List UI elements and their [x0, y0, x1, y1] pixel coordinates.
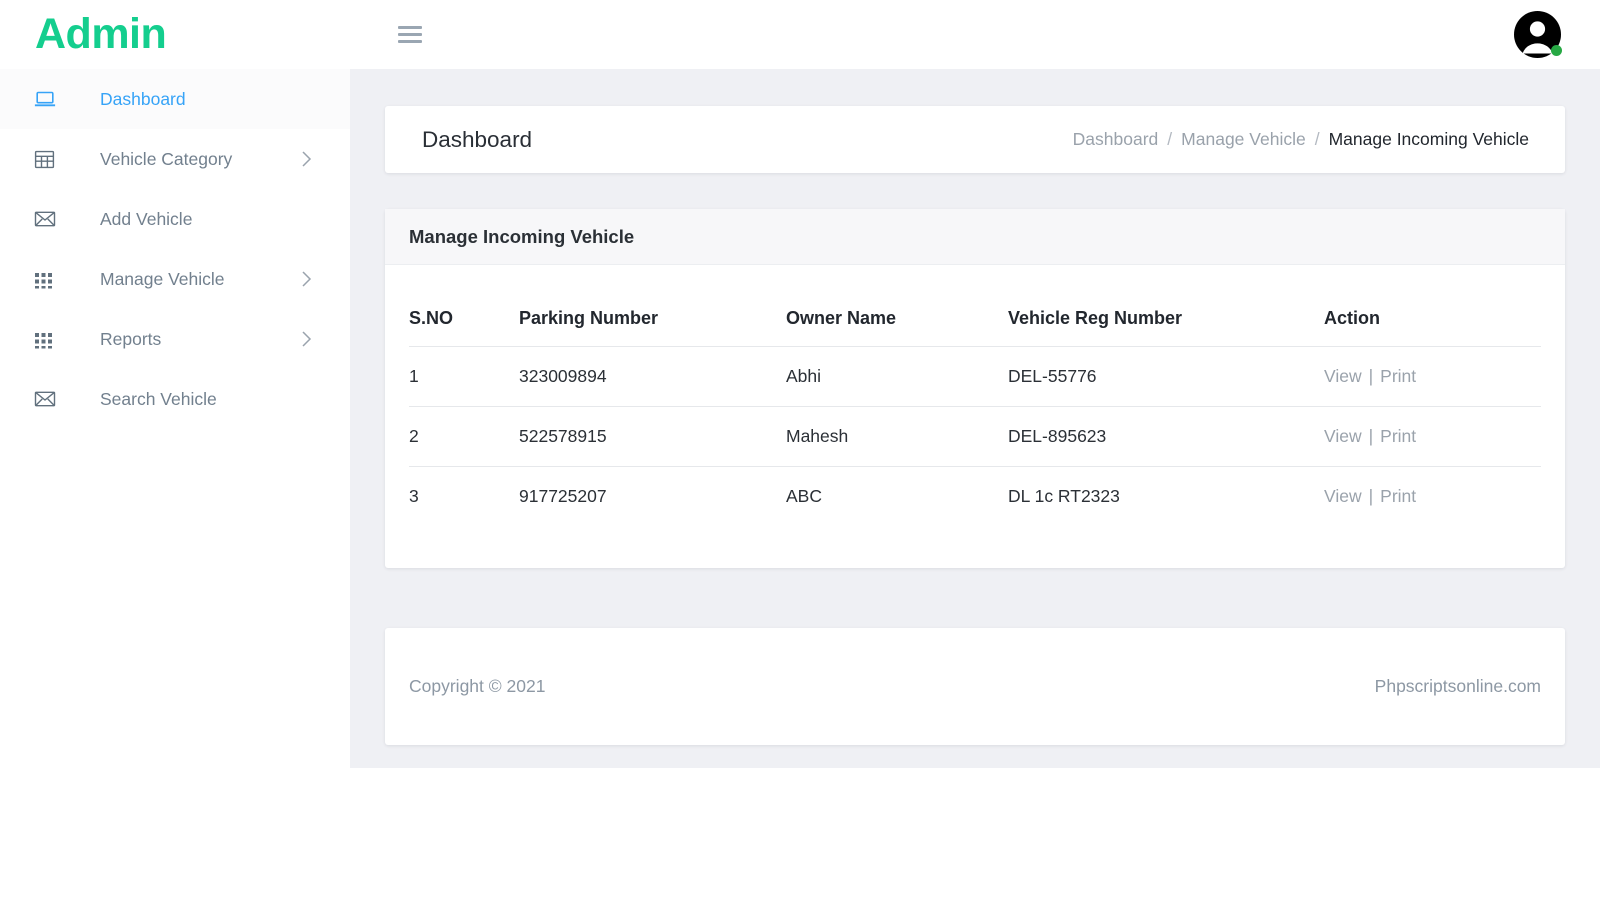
cell-parking: 917725207: [519, 486, 607, 506]
sidebar: Admin Dashboard Vehicle Category Add Veh…: [0, 0, 350, 900]
print-link[interactable]: Print: [1380, 426, 1416, 446]
topbar: [350, 0, 1600, 69]
column-header-parking: Parking Number: [519, 293, 786, 347]
sidebar-nav: Dashboard Vehicle Category Add Vehicle M…: [0, 69, 350, 429]
grid-dots-icon: [34, 269, 60, 289]
cell-sno: 3: [409, 486, 419, 506]
breadcrumb-separator: /: [1167, 129, 1173, 149]
sidebar-item-label: Add Vehicle: [100, 208, 193, 229]
brand-text: Admin: [35, 10, 167, 58]
cell-owner: Abhi: [786, 346, 1008, 407]
manage-incoming-vehicle-card: Manage Incoming Vehicle S.NO Parking Num…: [385, 209, 1565, 568]
cell-action: View | Print: [1324, 467, 1541, 527]
column-header-sno: S.NO: [409, 293, 519, 347]
admin-dashboard-page: Admin Dashboard Vehicle Category Add Veh…: [0, 0, 1600, 900]
page-header-card: Dashboard Dashboard / Manage Vehicle / M…: [385, 106, 1565, 173]
view-link[interactable]: View: [1324, 486, 1362, 506]
envelope-icon: [34, 210, 60, 228]
column-header-owner: Owner Name: [786, 293, 1008, 347]
cell-sno: 1: [409, 346, 519, 407]
table-header-row: S.NO Parking Number Owner Name Vehicle R…: [409, 293, 1541, 347]
breadcrumb: Dashboard / Manage Vehicle / Manage Inco…: [1073, 129, 1529, 150]
hamburger-icon[interactable]: [398, 26, 422, 43]
site-credit-link[interactable]: Phpscriptsonline.com: [1375, 676, 1541, 697]
action-separator: |: [1368, 366, 1374, 386]
avatar[interactable]: [1513, 10, 1562, 59]
sidebar-item-label: Manage Vehicle: [100, 268, 225, 289]
cell-owner: Mahesh: [786, 406, 1008, 467]
cell-reg-number: DEL-895623: [1008, 406, 1324, 467]
breadcrumb-item-current: Manage Incoming Vehicle: [1328, 129, 1529, 149]
print-link[interactable]: Print: [1380, 486, 1416, 506]
footer: Copyright © 2021 Phpscriptsonline.com: [385, 628, 1565, 745]
sidebar-item-label: Dashboard: [100, 88, 186, 109]
action-separator: |: [1368, 486, 1374, 506]
sidebar-item-label: Reports: [100, 328, 162, 349]
hamburger-bar: [398, 40, 422, 43]
table-row: 3 917725207 ABC DL 1c RT2323 View | Print: [409, 467, 1541, 527]
cell-sno: 2: [409, 406, 519, 467]
view-link[interactable]: View: [1324, 426, 1362, 446]
incoming-vehicle-table: S.NO Parking Number Owner Name Vehicle R…: [409, 293, 1541, 526]
sidebar-item-reports[interactable]: Reports: [0, 309, 350, 369]
sidebar-item-label: Search Vehicle: [100, 388, 217, 409]
sidebar-item-manage-vehicle[interactable]: Manage Vehicle: [0, 249, 350, 309]
action-separator: |: [1368, 426, 1374, 446]
column-header-action: Action: [1324, 293, 1541, 347]
online-status-dot: [1551, 45, 1562, 56]
sidebar-item-add-vehicle[interactable]: Add Vehicle: [0, 189, 350, 249]
table-icon: [34, 149, 60, 170]
column-header-reg-number: Vehicle Reg Number: [1008, 293, 1324, 347]
cell-action: View | Print: [1324, 406, 1541, 467]
chevron-right-icon: [301, 330, 312, 348]
sidebar-item-vehicle-category[interactable]: Vehicle Category: [0, 129, 350, 189]
chevron-right-icon: [301, 270, 312, 288]
hamburger-bar: [398, 33, 422, 36]
cell-parking: 323009894: [519, 346, 786, 407]
table-row: 2 522578915 Mahesh DEL-895623 View | Print: [409, 406, 1541, 467]
main-content: Dashboard Dashboard / Manage Vehicle / M…: [385, 69, 1565, 900]
card-body: S.NO Parking Number Owner Name Vehicle R…: [385, 265, 1565, 568]
hamburger-bar: [398, 26, 422, 29]
breadcrumb-separator: /: [1314, 129, 1320, 149]
cell-parking: 522578915: [519, 406, 786, 467]
cell-owner: ABC: [786, 486, 822, 506]
grid-dots-icon: [34, 329, 60, 349]
laptop-icon: [34, 89, 60, 109]
envelope-icon: [34, 390, 60, 408]
card-header: Manage Incoming Vehicle: [385, 209, 1565, 265]
sidebar-item-label: Vehicle Category: [100, 148, 233, 169]
table-head: S.NO Parking Number Owner Name Vehicle R…: [409, 293, 1541, 347]
page-title: Dashboard: [422, 126, 533, 152]
table-body: 1 323009894 Abhi DEL-55776 View | Print 2 …: [409, 346, 1541, 527]
table-row: 1 323009894 Abhi DEL-55776 View | Print: [409, 346, 1541, 407]
card-title: Manage Incoming Vehicle: [409, 225, 635, 247]
breadcrumb-item-manage-vehicle[interactable]: Manage Vehicle: [1181, 129, 1306, 150]
chevron-right-icon: [301, 150, 312, 168]
cell-action: View | Print: [1324, 346, 1541, 407]
cell-reg-number: DEL-55776: [1008, 346, 1324, 407]
sidebar-item-dashboard[interactable]: Dashboard: [0, 69, 350, 129]
copyright-text: Copyright © 2021: [409, 676, 546, 696]
cell-reg-number: DL 1c RT2323: [1008, 486, 1120, 506]
breadcrumb-item-dashboard[interactable]: Dashboard: [1073, 129, 1159, 150]
brand-logo[interactable]: Admin: [0, 0, 350, 69]
print-link[interactable]: Print: [1380, 366, 1416, 386]
view-link[interactable]: View: [1324, 366, 1362, 386]
sidebar-item-search-vehicle[interactable]: Search Vehicle: [0, 369, 350, 429]
